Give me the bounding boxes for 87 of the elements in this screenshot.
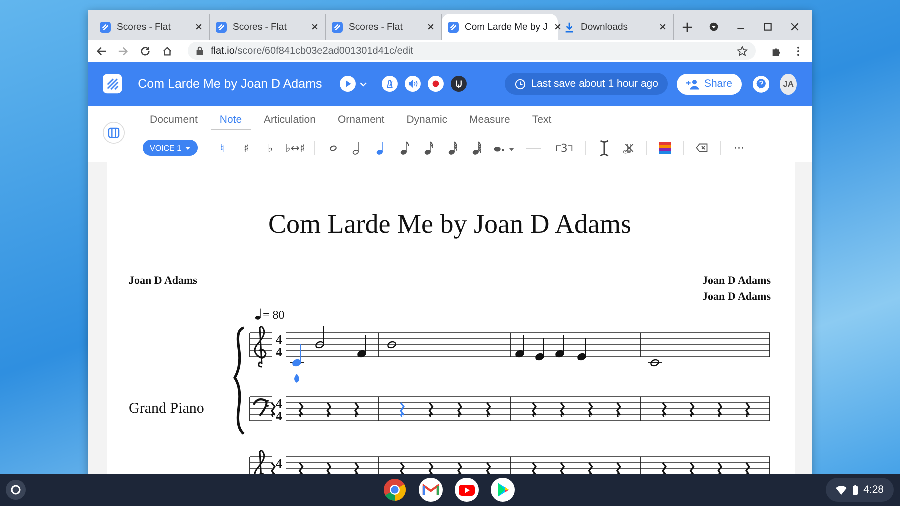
browser-app-icon[interactable] [383,478,407,502]
close-icon[interactable] [659,23,667,31]
video-app-icon[interactable] [455,478,479,502]
tuplet-button[interactable]: 3 [550,137,578,159]
quarter-note-icon [255,308,262,321]
play-icon[interactable] [340,74,356,94]
browser-tab[interactable]: Downloads [558,14,674,40]
tab-title: Com Larde Me by J [465,22,548,32]
reload-icon[interactable] [140,46,151,56]
address-field[interactable]: flat.io/score/60f841cb03e2ad001301d41c/edit [188,42,756,60]
save-status-text: Last save about 1 hour ago [531,78,658,90]
accidental-button[interactable]: ♯ [236,137,258,159]
instrument-name[interactable]: Grand Piano [129,324,232,418]
tuner-icon[interactable] [451,74,468,94]
help-icon[interactable] [752,74,770,94]
menu-tab[interactable]: Articulation [255,110,325,130]
credit-text[interactable]: Joan D Adams [702,289,771,305]
tab-title: Scores - Flat [233,22,288,32]
sheet-music-drawing[interactable]: 4 4 4 4 4 [232,324,777,474]
close-icon[interactable] [554,23,562,31]
share-button[interactable]: Share [677,74,742,94]
battery-icon [852,485,858,495]
credit-text[interactable]: Joan D Adams [702,273,771,289]
browser-tab[interactable]: Com Larde Me by J [442,14,558,40]
tempo-text[interactable]: = 80 [263,307,285,323]
more-button[interactable]: ··· [728,137,750,159]
caret-icon [184,146,191,150]
clock-icon [515,78,526,90]
menu-tab[interactable]: Ornament [329,110,394,130]
site-favicon-icon [100,22,111,32]
bookmark-star-icon[interactable] [737,46,748,56]
note-icon [424,140,435,156]
metronome-icon[interactable] [382,74,398,94]
url-text: flat.io/score/60f841cb03e2ad001301d41c/edit [211,46,414,56]
accidental-button[interactable]: ♮ [212,137,234,159]
maximize-icon[interactable] [763,22,773,32]
profile-icon[interactable] [709,22,719,32]
tie-icon [525,146,544,150]
tab-title: Scores - Flat [349,22,404,32]
back-icon[interactable] [96,46,107,56]
launcher-icon[interactable] [6,480,26,500]
score-heading[interactable]: Com Larde Me by Joan D Adams [129,207,771,241]
browser-tab[interactable]: Scores - Flat [210,14,326,40]
browser-tab[interactable]: Scores - Flat [94,14,210,40]
close-icon[interactable] [427,23,435,31]
new-tab-icon[interactable] [682,22,693,33]
note-icon [400,140,411,156]
note-icon [448,140,459,156]
tab-title: Downloads [581,22,629,32]
piano-keyboard-icon[interactable] [103,122,125,144]
accidental-button[interactable]: ♭↔♯ [284,137,308,159]
download-icon [564,22,575,32]
color-palette-icon [659,142,672,154]
record-icon[interactable] [428,74,444,94]
add-person-icon [686,78,700,90]
home-icon[interactable] [162,46,173,56]
menu-tab[interactable]: Text [523,110,561,130]
status-area[interactable]: 4:28 [826,478,894,502]
close-icon[interactable] [311,23,319,31]
score-title[interactable]: Com Larde Me by Joan D Adams [138,77,322,91]
voice-dropdown[interactable]: VOICE 1 [143,140,198,156]
extensions-puzzle-icon[interactable] [771,46,782,56]
tab-title: Scores - Flat [117,22,172,32]
wifi-icon [836,486,847,494]
speaker-icon[interactable] [405,74,422,94]
user-avatar[interactable]: JA [780,74,797,94]
menu-tab[interactable]: Measure [460,110,520,130]
menu-tab[interactable]: Document [141,110,207,130]
accidental-button[interactable]: ♭ [260,137,282,159]
backspace-icon [696,143,708,153]
store-app-icon[interactable] [491,478,515,502]
close-icon[interactable] [790,22,800,32]
menu-tab[interactable]: Note [210,110,252,130]
menu-tab[interactable]: Dynamic [398,110,457,130]
site-favicon-icon [216,22,227,32]
note-icon [472,140,483,156]
site-favicon-icon [332,22,343,32]
save-status-pill[interactable]: Last save about 1 hour ago [505,73,668,95]
clock-time: 4:28 [864,484,884,496]
close-icon[interactable] [195,23,203,31]
composer-text[interactable]: Joan D Adams [129,273,198,305]
whole-note-icon [328,144,338,152]
i-beam-icon [598,140,610,156]
site-favicon-icon [448,22,459,32]
lock-icon [196,46,204,56]
app-logo-icon[interactable] [103,72,122,96]
mail-app-icon[interactable] [419,478,443,502]
